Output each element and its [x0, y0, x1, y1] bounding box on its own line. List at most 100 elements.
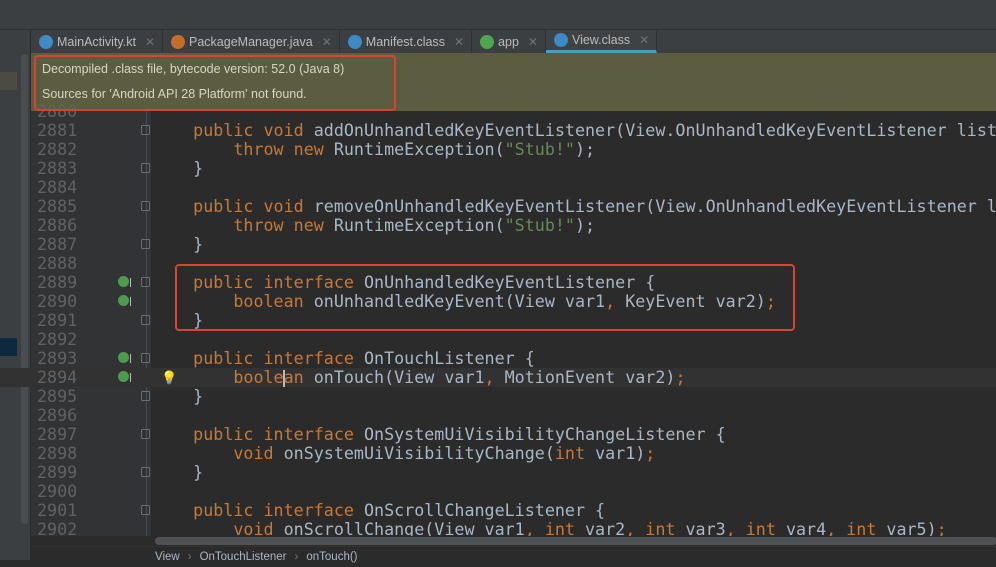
code-line[interactable]: 2893 public interface OnTouchListener {: [0, 349, 996, 368]
code-line[interactable]: 2881 public void addOnUnhandledKeyEventL…: [0, 121, 996, 140]
line-number: 2887: [37, 234, 78, 254]
line-number: 2891: [37, 310, 78, 330]
code-token: public interface: [153, 424, 364, 444]
project-tree-row[interactable]: [0, 72, 17, 90]
code-token: int: [554, 443, 596, 463]
implemented-marker-icon[interactable]: [118, 371, 131, 382]
breadcrumb-item[interactable]: onTouch(): [306, 547, 357, 563]
class-file-icon: [553, 33, 568, 47]
code-token: , int: [524, 519, 586, 537]
code-token: , int: [725, 519, 786, 537]
code-token: "Stub!": [504, 139, 575, 159]
line-number: 2901: [37, 500, 78, 520]
line-number: 2899: [37, 462, 78, 482]
code-token: RuntimeException(: [333, 139, 505, 159]
code-token: boole: [153, 367, 284, 387]
code-token: ;: [936, 519, 947, 537]
fold-marker-icon[interactable]: [141, 201, 150, 211]
tab-packagemanager-java[interactable]: PackageManager.java ✕: [163, 30, 340, 53]
fold-marker-icon[interactable]: [141, 163, 150, 173]
line-number: 2892: [37, 329, 78, 349]
implemented-marker-icon[interactable]: [118, 276, 131, 287]
line-number: 2895: [37, 386, 78, 406]
code-token: var4: [785, 519, 827, 537]
code-text: void onScrollChange(View var1, int var2,…: [153, 519, 947, 537]
breadcrumb-separator-icon: ›: [187, 551, 192, 563]
code-token: }: [153, 234, 204, 254]
tab-manifest-class[interactable]: Manifest.class ✕: [340, 30, 473, 53]
code-line[interactable]: 2884: [0, 178, 996, 197]
code-text: void onSystemUiVisibilityChange(int var1…: [153, 444, 655, 463]
code-line[interactable]: 2902 void onScrollChange(View var1, int …: [0, 519, 996, 537]
tab-label: View.class: [571, 33, 631, 47]
tab-label: PackageManager.java: [189, 34, 313, 49]
tab-label: app: [498, 34, 519, 49]
code-token: void: [153, 519, 284, 537]
fold-marker-icon[interactable]: [141, 467, 150, 477]
close-tab-icon[interactable]: ✕: [145, 35, 155, 49]
code-line[interactable]: 2886 throw new RuntimeException("Stub!")…: [0, 216, 996, 235]
code-text: public interface OnTouchListener {: [153, 349, 535, 368]
breadcrumb-item[interactable]: OnTouchListener: [200, 547, 287, 563]
line-number: 2900: [37, 481, 78, 501]
line-number: 2888: [37, 253, 78, 273]
code-line[interactable]: 2899 }: [0, 463, 996, 482]
code-line[interactable]: 2896: [0, 406, 996, 425]
code-text: throw new RuntimeException("Stub!");: [153, 140, 595, 159]
close-tab-icon[interactable]: ✕: [454, 35, 464, 49]
annotation-box-banner: [34, 55, 396, 111]
code-text: public void removeOnUnhandledKeyEventLis…: [153, 197, 996, 216]
line-number: 2881: [37, 120, 78, 140]
line-number: 2897: [37, 424, 78, 444]
code-line[interactable]: 2895 }: [0, 387, 996, 406]
implemented-marker-icon[interactable]: [118, 352, 131, 363]
fold-marker-icon[interactable]: [141, 505, 150, 515]
code-line[interactable]: 2883 }: [0, 159, 996, 178]
code-line[interactable]: 2885 public void removeOnUnhandledKeyEve…: [0, 197, 996, 216]
code-line[interactable]: 2901 public interface OnScrollChangeList…: [0, 501, 996, 520]
scrollbar-thumb[interactable]: [155, 537, 996, 545]
horizontal-scrollbar[interactable]: [155, 536, 996, 546]
code-line[interactable]: 2894 💡 boolean onTouch(View var1, MotionE…: [0, 368, 996, 387]
fold-marker-icon[interactable]: [141, 353, 150, 363]
implemented-marker-icon[interactable]: [118, 295, 131, 306]
app-module-icon: [480, 34, 495, 49]
code-token: "Stub!": [504, 215, 575, 235]
breadcrumb-item[interactable]: View: [155, 547, 180, 563]
fold-marker-icon[interactable]: [141, 391, 150, 401]
line-number: 2890: [37, 291, 78, 311]
code-token: OnTouchListener {: [363, 348, 535, 368]
close-tab-icon[interactable]: ✕: [322, 35, 332, 49]
fold-marker-icon[interactable]: [141, 429, 150, 439]
code-token: }: [153, 462, 204, 482]
close-tab-icon[interactable]: ✕: [528, 35, 538, 49]
tab-view-class[interactable]: View.class ✕: [545, 30, 658, 53]
line-number: 2894: [37, 367, 78, 387]
kotlin-class-icon: [39, 34, 53, 49]
line-number: 2885: [37, 196, 78, 216]
code-token: var5): [886, 519, 937, 537]
code-token: throw new: [153, 139, 334, 159]
code-line[interactable]: 2900: [0, 482, 996, 501]
code-line[interactable]: 2892: [0, 330, 996, 349]
tab-label: MainActivity.kt: [57, 34, 136, 49]
tab-app[interactable]: app ✕: [472, 30, 546, 53]
code-text: public interface OnSystemUiVisibilityCha…: [153, 425, 726, 444]
code-text: }: [153, 159, 203, 178]
code-token: public void: [153, 120, 314, 140]
fold-marker-icon[interactable]: [141, 239, 150, 249]
fold-marker-icon[interactable]: [141, 315, 150, 325]
code-text: }: [153, 463, 203, 482]
code-text: throw new RuntimeException("Stub!");: [153, 216, 595, 235]
fold-marker-icon[interactable]: [141, 125, 150, 135]
code-line[interactable]: 2897 public interface OnSystemUiVisibili…: [0, 425, 996, 444]
line-number: 2889: [37, 272, 78, 292]
code-line[interactable]: 2887 }: [0, 235, 996, 254]
close-tab-icon[interactable]: ✕: [639, 33, 649, 47]
tab-mainactivity-kt[interactable]: MainActivity.kt ✕: [31, 30, 164, 53]
code-line[interactable]: 2898 void onSystemUiVisibilityChange(int…: [0, 444, 996, 463]
code-token: var3: [685, 519, 726, 537]
code-token: }: [153, 158, 204, 178]
code-line[interactable]: 2882 throw new RuntimeException("Stub!")…: [0, 140, 996, 159]
fold-marker-icon[interactable]: [141, 277, 150, 287]
